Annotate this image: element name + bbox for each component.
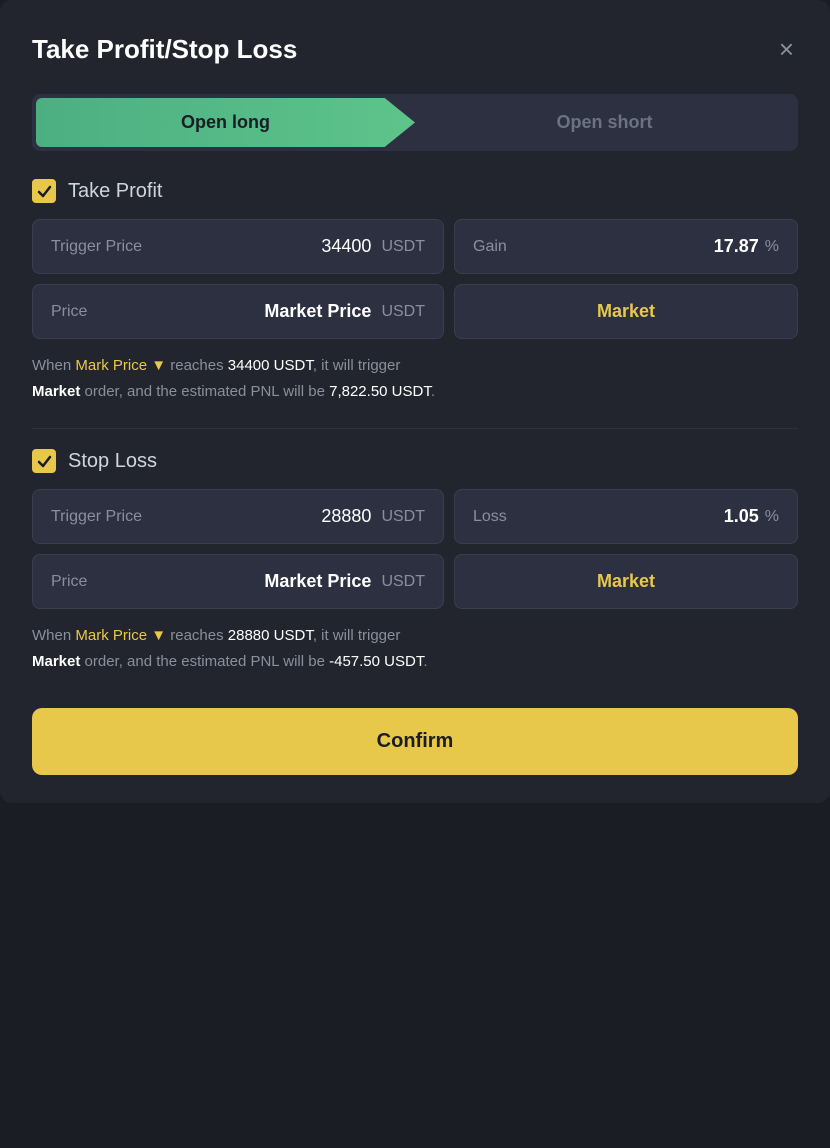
sl-desc-part1: When [32,627,75,644]
take-profit-trigger-row: Trigger Price 34400 USDT Gain 17.87 % [32,219,798,274]
take-profit-description: When Mark Price ▼ reaches 34400 USDT, it… [32,353,798,404]
take-profit-checkbox[interactable] [32,179,56,203]
take-profit-price-value-group: Market Price USDT [264,301,425,322]
take-profit-gain-label: Gain [473,238,507,256]
desc-part3: , it will trigger [313,357,401,374]
stop-loss-loss-value: 1.05 [724,506,759,527]
take-profit-trigger-label: Trigger Price [51,238,142,256]
stop-loss-trigger-row: Trigger Price 28880 USDT Loss 1.05 % [32,489,798,544]
stop-loss-price-label: Price [51,573,87,591]
stop-loss-price-unit: USDT [381,573,425,591]
sl-desc-part4: order, and the estimated PNL will be [80,653,329,670]
desc-order: Market [32,383,80,400]
take-profit-gain-value: 17.87 [714,236,759,257]
stop-loss-trigger-unit: USDT [381,508,425,526]
sl-desc-end: . [423,653,427,670]
tab-open-short[interactable]: Open short [415,98,794,147]
sl-desc-pnl: -457.50 USDT [329,653,423,670]
take-profit-header: Take Profit [32,179,798,203]
take-profit-trigger-value: 34400 [321,236,371,257]
take-profit-market-label: Market [597,301,655,322]
desc-price: 34400 USDT [228,357,313,374]
modal-container: Take Profit/Stop Loss × Open long Open s… [0,0,830,803]
close-button[interactable]: × [775,32,798,66]
stop-loss-price-row: Price Market Price USDT Market [32,554,798,609]
stop-loss-market-button[interactable]: Market [454,554,798,609]
stop-loss-header: Stop Loss [32,449,798,473]
stop-loss-description: When Mark Price ▼ reaches 28880 USDT, it… [32,623,798,674]
sl-desc-part2: reaches [166,627,228,644]
stop-loss-checkbox[interactable] [32,449,56,473]
stop-loss-loss-label: Loss [473,508,507,526]
stop-loss-price-field[interactable]: Price Market Price USDT [32,554,444,609]
desc-part4: order, and the estimated PNL will be [80,383,329,400]
take-profit-price-value: Market Price [264,301,371,322]
take-profit-price-field[interactable]: Price Market Price USDT [32,284,444,339]
confirm-button[interactable]: Confirm [32,708,798,775]
stop-loss-trigger-value-group: 28880 USDT [321,506,425,527]
stop-loss-trigger-value: 28880 [321,506,371,527]
take-profit-trigger-value-group: 34400 USDT [321,236,425,257]
stop-loss-price-value-group: Market Price USDT [264,571,425,592]
sl-desc-order: Market [32,653,80,670]
desc-pnl: 7,822.50 USDT [329,383,431,400]
modal-title: Take Profit/Stop Loss [32,34,297,65]
take-profit-label: Take Profit [68,180,162,203]
sl-desc-part3: , it will trigger [313,627,401,644]
sl-desc-price: 28880 USDT [228,627,313,644]
stop-loss-loss-value-group: 1.05 % [724,506,779,527]
sl-desc-mark: Mark Price ▼ [75,627,166,644]
modal-header: Take Profit/Stop Loss × [32,32,798,66]
take-profit-trigger-field[interactable]: Trigger Price 34400 USDT [32,219,444,274]
stop-loss-section: Stop Loss Trigger Price 28880 USDT Loss … [32,449,798,674]
stop-loss-label: Stop Loss [68,450,157,473]
desc-part2: reaches [166,357,228,374]
tab-open-long[interactable]: Open long [36,98,415,147]
stop-loss-loss-unit: % [765,508,779,526]
take-profit-section: Take Profit Trigger Price 34400 USDT Gai… [32,179,798,404]
desc-mark: Mark Price ▼ [75,357,166,374]
take-profit-price-unit: USDT [381,303,425,321]
take-profit-gain-field[interactable]: Gain 17.87 % [454,219,798,274]
take-profit-gain-unit: % [765,238,779,256]
section-divider [32,428,798,429]
tab-row: Open long Open short [32,94,798,151]
stop-loss-loss-field[interactable]: Loss 1.05 % [454,489,798,544]
take-profit-price-row: Price Market Price USDT Market [32,284,798,339]
take-profit-gain-value-group: 17.87 % [714,236,779,257]
desc-end: . [431,383,435,400]
take-profit-trigger-unit: USDT [381,238,425,256]
stop-loss-trigger-label: Trigger Price [51,508,142,526]
take-profit-market-button[interactable]: Market [454,284,798,339]
stop-loss-price-value: Market Price [264,571,371,592]
stop-loss-trigger-field[interactable]: Trigger Price 28880 USDT [32,489,444,544]
desc-part1: When [32,357,75,374]
stop-loss-market-label: Market [597,571,655,592]
take-profit-price-label: Price [51,303,87,321]
